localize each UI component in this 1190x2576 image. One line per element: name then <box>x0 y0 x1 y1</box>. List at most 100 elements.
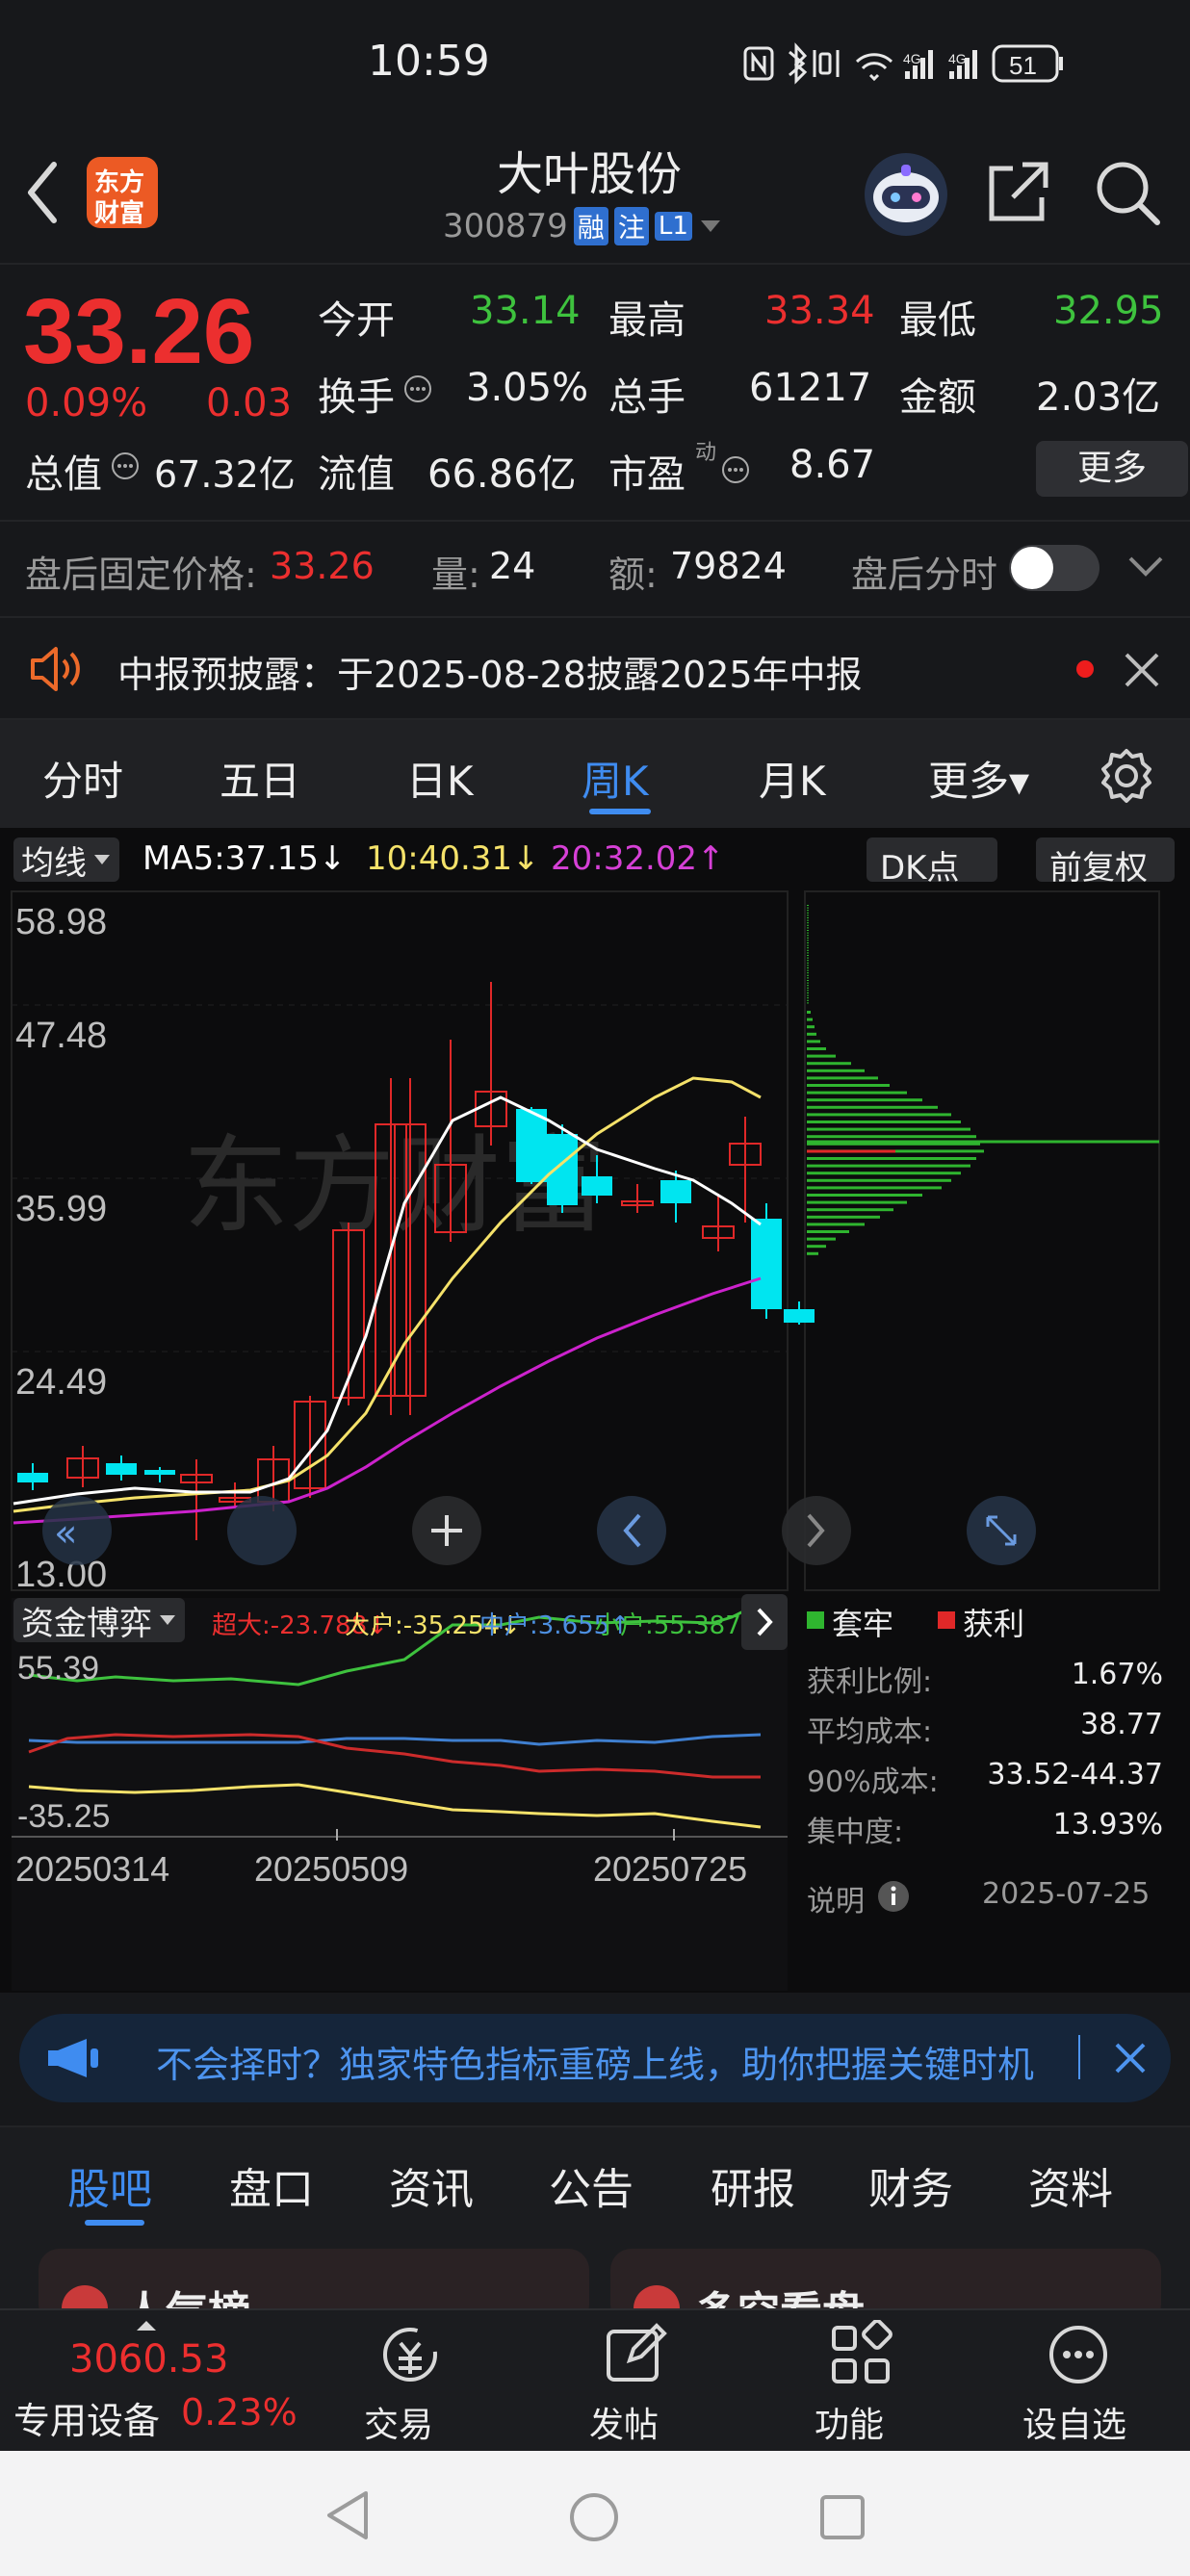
tab-news[interactable]: 资讯 <box>389 2154 474 2216</box>
nav-recents-icon[interactable] <box>818 2493 867 2541</box>
funds-next-button[interactable] <box>741 1594 788 1650</box>
chip-bar <box>807 987 809 989</box>
profit-swatch <box>938 1611 955 1629</box>
expand-caret-icon[interactable] <box>135 2318 158 2336</box>
tab-five-day[interactable]: 五日 <box>220 749 300 808</box>
functions-button[interactable]: 功能 <box>809 2310 913 2453</box>
chip-bar <box>807 1018 813 1021</box>
add-watchlist-button[interactable]: 设自选 <box>1019 2310 1142 2453</box>
axis-label-2: 47.48 <box>15 1016 107 1056</box>
candle-body <box>784 1309 815 1323</box>
chip-stat-key: 集中度: <box>807 1816 904 1849</box>
sector-index-value[interactable]: 3060.53 <box>69 2337 228 2382</box>
tab-weekly-k[interactable]: 周K <box>582 749 649 808</box>
after-hours-row: 盘后固定价格: 33.26 量: 24 额: 79824 盘后分时 <box>0 520 1190 616</box>
double-left-icon: « <box>54 1511 77 1556</box>
mktcap-value: 67.32亿 <box>154 453 296 496</box>
chip-bar <box>807 947 809 949</box>
search-icon[interactable] <box>1094 159 1163 228</box>
info-icon-mktcap[interactable] <box>110 451 141 485</box>
net1: 4G <box>903 51 921 66</box>
chip-bar <box>807 1215 880 1219</box>
funds-max-label: 55.39 <box>17 1650 99 1687</box>
chip-bar <box>807 1025 815 1029</box>
info-icon-pe[interactable] <box>720 454 751 489</box>
gear-icon[interactable] <box>1098 747 1155 809</box>
after-hours-toggle[interactable] <box>1009 545 1099 591</box>
notice-bar[interactable]: 中报预披露：于2025-08-28披露2025年中报 <box>0 616 1190 720</box>
legend-profit: 获利 <box>963 1606 1025 1642</box>
kline-chart[interactable]: 东方财富 58.98 47.48 35.99 24.49 13.00 « 55.… <box>0 886 1190 1993</box>
prev-button <box>597 1496 666 1565</box>
nav-home-icon[interactable] <box>568 2491 620 2543</box>
candle-body <box>516 1109 547 1182</box>
sector-name[interactable]: 专用设备 <box>13 2391 160 2444</box>
chevron-down-icon[interactable] <box>1126 553 1165 585</box>
low-label: 最低 <box>899 298 976 343</box>
info-icon[interactable] <box>402 374 433 408</box>
candle-body <box>582 1176 612 1196</box>
tab-monthly-k[interactable]: 月K <box>759 749 826 808</box>
amount-value: 2.03亿 <box>1036 375 1161 420</box>
tab-research[interactable]: 研报 <box>711 2154 795 2216</box>
feature-cards: 人气榜 多空看盘 <box>0 2231 1190 2337</box>
registration-tag: 注 <box>613 207 649 245</box>
candle-body <box>751 1219 782 1309</box>
chip-bar <box>807 1237 836 1241</box>
chip-bar <box>807 1172 961 1175</box>
dk-button[interactable]: DK点 <box>867 837 997 888</box>
chip-bar <box>807 1251 818 1255</box>
functions-label: 功能 <box>815 2406 885 2445</box>
candle-body <box>660 1180 691 1203</box>
tab-profile[interactable]: 资料 <box>1028 2154 1113 2216</box>
caret-down-icon <box>700 220 720 232</box>
chip-bar <box>807 949 809 951</box>
nav-back-icon[interactable] <box>323 2489 372 2541</box>
trade-button[interactable]: 交易 <box>358 2310 462 2453</box>
robot-assistant-icon[interactable] <box>865 153 947 236</box>
post-label: 发帖 <box>589 2406 660 2445</box>
caret-down-icon <box>94 855 110 864</box>
add-watchlist-label: 设自选 <box>1022 2406 1127 2445</box>
close-icon[interactable] <box>1113 2041 1148 2079</box>
system-nav-bar <box>0 2451 1190 2576</box>
chip-bar <box>807 922 809 924</box>
info-icon[interactable] <box>876 1879 911 1918</box>
megaphone-icon <box>44 2037 102 2083</box>
tab-intraday[interactable]: 分时 <box>42 749 123 808</box>
date-label-3: 20250725 <box>593 1849 747 1889</box>
chip-bar <box>807 999 809 1001</box>
ma-selector[interactable]: 均线 <box>13 837 119 883</box>
tab-financials[interactable]: 财务 <box>868 2154 953 2216</box>
tab-forum[interactable]: 股吧 <box>67 2154 152 2216</box>
tab-daily-k[interactable]: 日K <box>406 749 474 808</box>
chip-bar <box>807 969 809 971</box>
chip-bar <box>807 1062 851 1066</box>
back-icon[interactable] <box>23 159 62 226</box>
funds-selector[interactable]: 资金博弈 <box>13 1598 185 1643</box>
axis-label-4: 24.49 <box>15 1362 107 1403</box>
promo-banner[interactable]: 不会择时？独家特色指标重磅上线，助你把握关键时机 <box>19 2014 1171 2102</box>
post-button[interactable]: 发帖 <box>583 2310 687 2453</box>
chip-bar <box>807 1230 849 1233</box>
date-label-2: 20250509 <box>254 1849 408 1889</box>
open-value: 33.14 <box>470 289 581 333</box>
more-button[interactable]: 更多 <box>1036 441 1188 497</box>
chip-stat-value: 38.77 <box>1080 1708 1163 1741</box>
ma10-value: 10:40.31↓ <box>366 839 540 878</box>
chip-bar <box>807 930 809 931</box>
yuan-exchange-icon <box>383 2328 437 2382</box>
level-tag: L1 <box>654 212 692 241</box>
close-icon[interactable] <box>1123 651 1161 693</box>
share-icon[interactable] <box>984 159 1051 226</box>
tab-orderbook[interactable]: 盘口 <box>229 2154 314 2216</box>
tab-announcements[interactable]: 公告 <box>549 2154 634 2216</box>
explain-link[interactable]: 说明 <box>807 1877 865 1919</box>
tab-more[interactable]: 更多▾ <box>928 749 1029 808</box>
app-logo[interactable]: 东方 财富 <box>87 157 158 228</box>
chip-bar <box>807 1084 890 1087</box>
price-pct: 0.09% <box>25 381 148 425</box>
candle-body <box>547 1134 578 1205</box>
adjust-button[interactable]: 前复权 <box>1036 837 1175 888</box>
chip-bar <box>807 907 809 909</box>
